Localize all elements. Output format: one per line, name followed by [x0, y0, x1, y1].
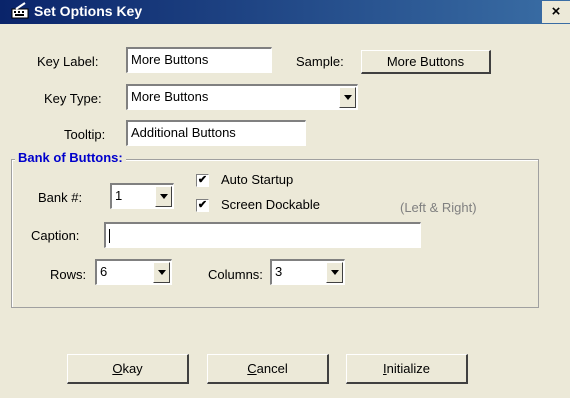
columns-dropdown[interactable]: 3: [270, 259, 345, 285]
sample-button[interactable]: More Buttons: [361, 50, 491, 74]
auto-startup-checkbox[interactable]: ✔: [196, 174, 209, 187]
tooltip-input[interactable]: Additional Buttons: [126, 120, 306, 146]
chevron-down-icon[interactable]: [326, 262, 343, 283]
rows-dropdown[interactable]: 6: [95, 259, 172, 285]
initialize-button[interactable]: Initialize: [346, 354, 468, 384]
cancel-button[interactable]: Cancel: [207, 354, 329, 384]
sample-label: Sample:: [296, 54, 344, 69]
key-type-dropdown[interactable]: More Buttons: [126, 84, 358, 110]
chevron-down-icon[interactable]: [153, 262, 170, 283]
key-label-label: Key Label:: [37, 54, 99, 69]
okay-mnemonic: O: [112, 361, 123, 376]
bank-number-dropdown[interactable]: 1: [110, 183, 174, 209]
bank-number-value: 1: [115, 188, 123, 203]
key-type-value: More Buttons: [131, 89, 209, 104]
key-label-input[interactable]: More Buttons: [126, 47, 272, 73]
screen-dockable-label[interactable]: Screen Dockable: [221, 197, 320, 212]
auto-startup-label[interactable]: Auto Startup: [221, 172, 293, 187]
window-title: Set Options Key: [34, 3, 143, 19]
rows-value: 6: [100, 264, 108, 279]
initialize-label: nitialize: [386, 361, 430, 376]
okay-button[interactable]: Okay: [67, 354, 189, 384]
columns-label: Columns:: [208, 267, 263, 282]
screen-dockable-checkbox[interactable]: ✔: [196, 199, 209, 212]
tooltip-label: Tooltip:: [64, 127, 106, 142]
caption-label: Caption:: [31, 228, 80, 243]
text-caret: [109, 228, 110, 243]
bank-number-label: Bank #:: [38, 190, 83, 205]
cancel-mnemonic: C: [247, 361, 257, 376]
title-bar: Set Options Key ×: [0, 0, 570, 24]
bank-group-title: Bank of Buttons:: [15, 150, 126, 165]
chevron-down-icon[interactable]: [155, 186, 172, 207]
dock-hint-text: (Left & Right): [400, 200, 477, 215]
okay-label: kay: [122, 361, 143, 376]
cancel-label: ancel: [256, 361, 288, 376]
rows-label: Rows:: [50, 267, 87, 282]
keyboard-icon: [11, 2, 29, 19]
key-type-label: Key Type:: [44, 91, 102, 106]
chevron-down-icon[interactable]: [339, 87, 356, 108]
close-button[interactable]: ×: [542, 1, 570, 23]
columns-value: 3: [275, 264, 283, 279]
caption-input[interactable]: [104, 222, 421, 248]
